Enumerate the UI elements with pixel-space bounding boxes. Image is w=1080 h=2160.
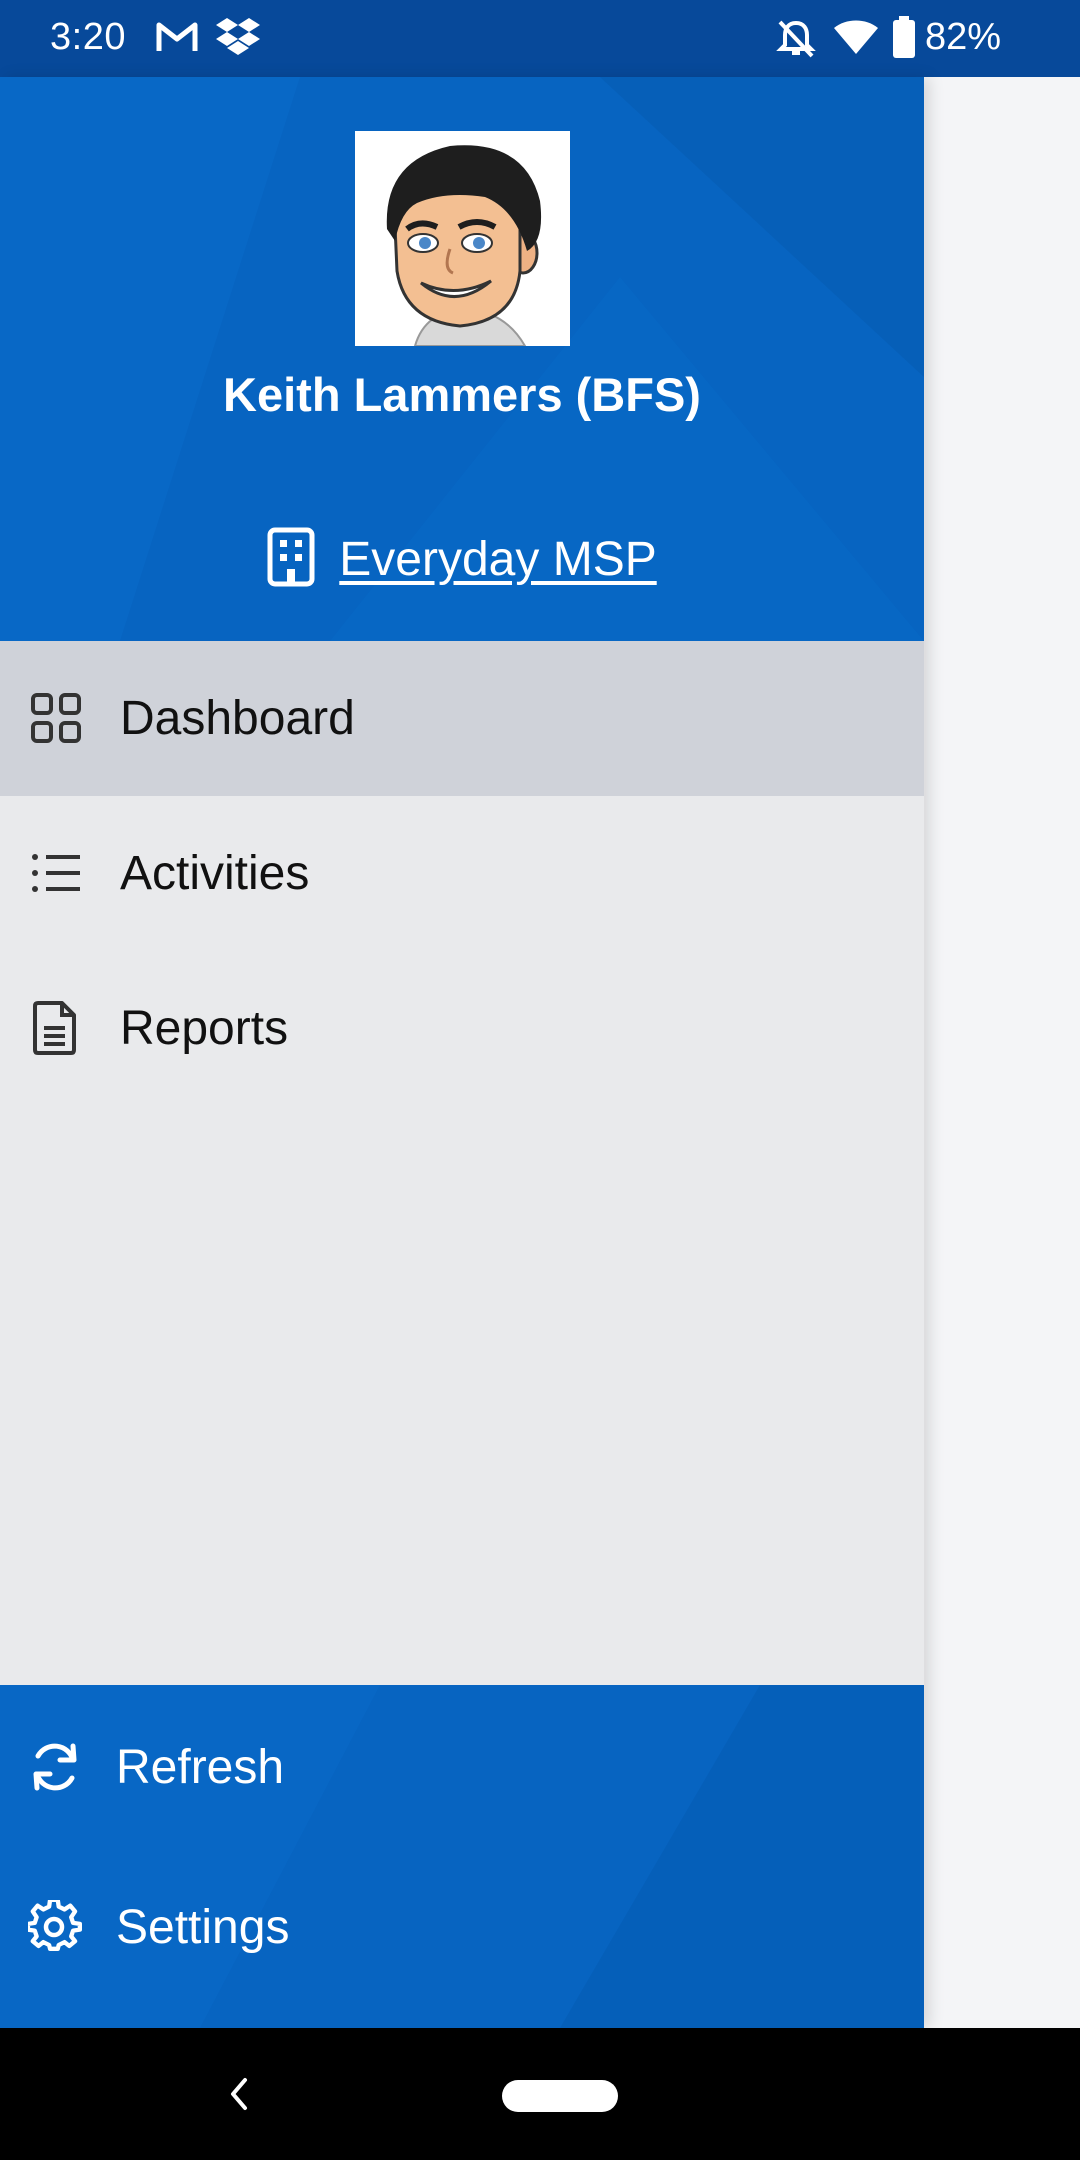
drawer-header: Keith Lammers (BFS) Everyday MSP	[0, 77, 924, 641]
notifications-off-icon	[776, 18, 816, 65]
settings-button[interactable]: Settings	[0, 1847, 924, 2007]
nav-item-label: Reports	[120, 1002, 289, 1055]
wifi-icon	[834, 20, 878, 61]
gear-icon	[25, 1897, 83, 1954]
status-time: 3:20	[50, 16, 126, 58]
nav-item-activities[interactable]: Activities	[0, 796, 924, 951]
back-icon[interactable]	[225, 2072, 253, 2121]
dashboard-grid-icon	[30, 692, 82, 744]
dropbox-icon	[216, 16, 260, 61]
building-icon	[267, 527, 315, 592]
nav-item-label: Dashboard	[120, 692, 355, 745]
refresh-button[interactable]: Refresh	[0, 1687, 924, 1847]
user-name: Keith Lammers (BFS)	[223, 368, 701, 421]
main-content-scrim[interactable]	[924, 77, 1080, 2028]
system-navigation-bar	[0, 2028, 1080, 2160]
nav-item-dashboard[interactable]: Dashboard	[0, 641, 924, 796]
document-icon	[30, 1000, 82, 1055]
nav-item-label: Activities	[120, 847, 310, 900]
avatar[interactable]	[355, 131, 570, 346]
refresh-label: Refresh	[116, 1740, 285, 1794]
organization-link[interactable]: Everyday MSP	[339, 532, 656, 587]
battery-icon	[893, 16, 915, 63]
navigation-drawer: Keith Lammers (BFS) Everyday MSP Dashboa…	[0, 77, 924, 2028]
nav-item-reports[interactable]: Reports	[0, 951, 924, 1106]
gmail-icon	[156, 20, 198, 59]
refresh-icon	[28, 1740, 82, 1794]
list-icon	[30, 847, 82, 899]
settings-label: Settings	[116, 1900, 290, 1954]
battery-level: 82%	[924, 16, 1001, 58]
status-bar: 3:20 82%	[0, 0, 1080, 77]
organization-row[interactable]: Everyday MSP	[0, 527, 924, 592]
drawer-footer: Refresh Settings	[0, 1685, 924, 2028]
avatar-image	[386, 145, 542, 346]
home-pill[interactable]	[502, 2080, 618, 2112]
